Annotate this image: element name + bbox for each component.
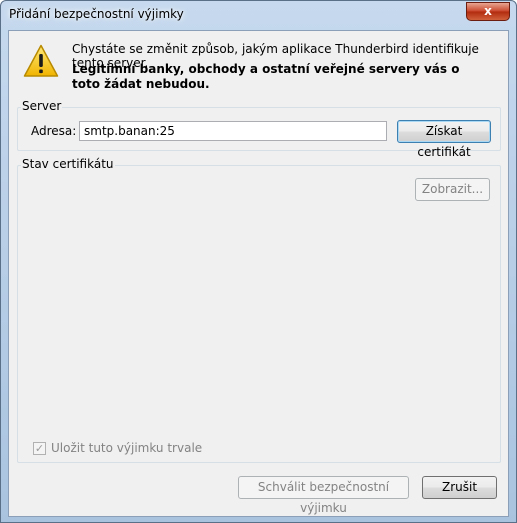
view-certificate-button[interactable]: Zobrazit...: [415, 178, 490, 201]
dialog-client-area: Chystáte se změnit způsob, jakým aplikac…: [8, 30, 509, 517]
address-input[interactable]: [79, 121, 387, 141]
close-icon: x: [484, 4, 492, 18]
close-button[interactable]: x: [466, 2, 510, 21]
confirm-exception-button[interactable]: Schválit bezpečnostní výjimku: [238, 476, 409, 515]
title-bar[interactable]: Přidání bezpečnostní výjimky x: [1, 1, 516, 29]
address-label: Adresa:: [31, 124, 77, 138]
certificate-status-group: [17, 165, 501, 463]
cancel-button[interactable]: Zrušit: [422, 476, 497, 499]
get-certificate-button[interactable]: Získat certifikát: [397, 120, 491, 159]
checkmark-icon: ✓: [34, 442, 45, 455]
permanent-exception-label: Uložit tuto výjimku trvale: [51, 441, 203, 455]
warning-emphasis: Legitimní banky, obchody a ostatní veřej…: [72, 62, 460, 91]
window-title: Přidání bezpečnostní výjimky: [9, 7, 184, 21]
certificate-status-label: Stav certifikátu: [21, 157, 115, 171]
server-group-label: Server: [21, 99, 63, 113]
dialog-window: Přidání bezpečnostní výjimky x Chystáte …: [0, 0, 517, 523]
warning-icon: [23, 44, 59, 77]
permanent-exception-checkbox[interactable]: ✓: [33, 442, 46, 455]
